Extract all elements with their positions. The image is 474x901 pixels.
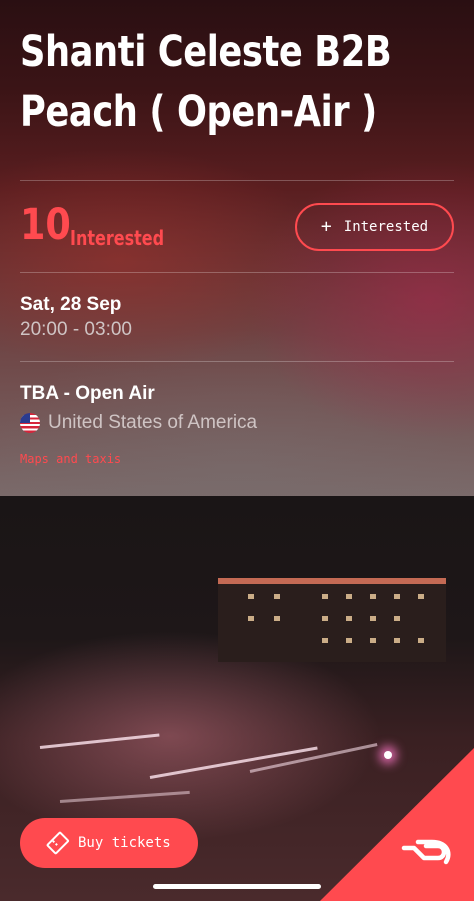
ra-logo-corner[interactable] (0, 0, 474, 901)
corner-triangle (320, 748, 474, 901)
home-indicator[interactable] (153, 884, 321, 889)
event-screen: Shanti Celeste B2B Peach ( Open-Air ) 10… (0, 0, 474, 901)
